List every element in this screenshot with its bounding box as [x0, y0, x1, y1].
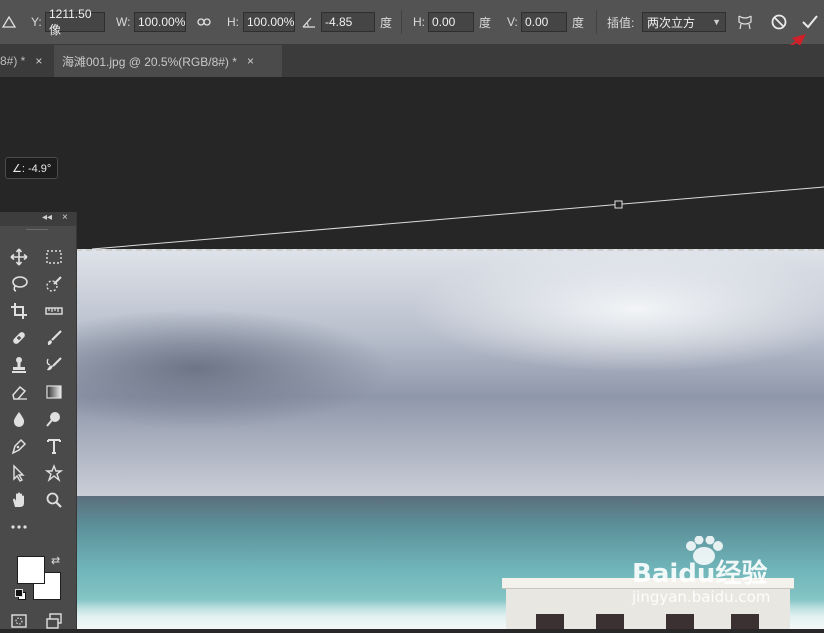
interpolation-value: 两次立方 [647, 15, 696, 30]
options-bar: Y: 1211.50 像 W: 100.00% H: 100.00% -4.85… [0, 0, 824, 45]
dodge-tool-icon[interactable] [41, 407, 67, 431]
interpolation-select[interactable]: 两次立方 ▼ [642, 12, 726, 32]
more-tools-icon[interactable] [6, 515, 32, 539]
interpolation-label: 插值: [607, 15, 635, 30]
history-brush-tool-icon[interactable] [41, 353, 67, 377]
swap-colors-icon[interactable]: ⇄ [51, 554, 60, 567]
transform-handle[interactable] [614, 200, 623, 209]
y-position-field[interactable]: 1211.50 像 [45, 7, 105, 37]
separator [401, 10, 402, 34]
watermark-url: jingyan.baidu.com [632, 588, 771, 606]
baidu-watermark: Baidu经验 jingyan.baidu.com [632, 535, 771, 606]
ruler-tool-icon[interactable] [41, 299, 67, 323]
gradient-tool-icon[interactable] [41, 380, 67, 404]
reference-point-icon[interactable] [2, 0, 16, 44]
tab-beach-document[interactable]: 海滩001.jpg @ 20.5%(RGB/8#) * × [54, 45, 282, 77]
quick-selection-tool-icon[interactable] [41, 272, 67, 296]
eraser-tool-icon[interactable] [6, 380, 32, 404]
h-label: H: [227, 15, 239, 29]
w-label: W: [116, 15, 131, 29]
quick-mask-icon[interactable] [6, 609, 32, 633]
rotation-angle-field[interactable]: -4.85 [321, 12, 375, 32]
zoom-tool-icon[interactable] [41, 488, 67, 512]
default-colors-icon[interactable] [15, 589, 26, 600]
close-icon[interactable]: × [35, 54, 42, 68]
lasso-tool-icon[interactable] [6, 272, 32, 296]
document-tab-bar: 8#) * × 海滩001.jpg @ 20.5%(RGB/8#) * × [0, 45, 824, 77]
close-icon[interactable]: × [247, 54, 254, 68]
separator [596, 10, 597, 34]
marquee-tool-icon[interactable] [41, 245, 67, 269]
h-skew-unit: 度 [479, 15, 492, 30]
hand-tool-icon[interactable] [6, 488, 32, 512]
transform-bounding-box[interactable] [0, 77, 824, 277]
height-field[interactable]: 100.00% [243, 12, 295, 32]
move-tool-icon[interactable] [6, 245, 32, 269]
link-icon[interactable] [197, 0, 211, 44]
foreground-color-swatch[interactable] [17, 556, 45, 584]
healing-brush-tool-icon[interactable] [6, 326, 32, 350]
collapse-icon[interactable]: ◂◂ [42, 212, 52, 223]
tab-label: 海滩001.jpg @ 20.5%(RGB/8#) * [62, 54, 237, 69]
tools-panel-header[interactable]: ◂◂ × [0, 212, 76, 226]
angle-icon [302, 0, 316, 44]
screen-mode-icon[interactable] [41, 609, 67, 633]
width-field[interactable]: 100.00% [134, 12, 186, 32]
v-skew-unit: 度 [572, 15, 585, 30]
selection-marquee [76, 249, 824, 251]
h-skew-label: H: [413, 15, 425, 29]
chevron-down-icon: ▼ [712, 17, 721, 27]
y-label: Y: [31, 15, 42, 29]
type-tool-icon[interactable] [41, 434, 67, 458]
v-skew-field[interactable]: 0.00 [521, 12, 567, 32]
custom-shape-tool-icon[interactable] [41, 461, 67, 485]
angle-unit: 度 [380, 15, 393, 30]
pen-tool-icon[interactable] [6, 434, 32, 458]
crop-tool-icon[interactable] [6, 299, 32, 323]
tools-panel: ◂◂ × ⇄ [0, 212, 77, 629]
blur-tool-icon[interactable] [6, 407, 32, 431]
sky [76, 249, 824, 496]
angle-tooltip: ∠: -4.9° [5, 157, 59, 179]
path-selection-tool-icon[interactable] [6, 461, 32, 485]
paw-logo-icon [682, 535, 726, 570]
tab-previous-document[interactable]: 8#) * × [0, 45, 54, 77]
close-icon[interactable]: × [62, 212, 68, 223]
v-skew-label: V: [507, 15, 518, 29]
clone-stamp-tool-icon[interactable] [6, 353, 32, 377]
h-skew-field[interactable]: 0.00 [428, 12, 474, 32]
brush-tool-icon[interactable] [41, 326, 67, 350]
tab-label: 8#) * [0, 54, 26, 68]
